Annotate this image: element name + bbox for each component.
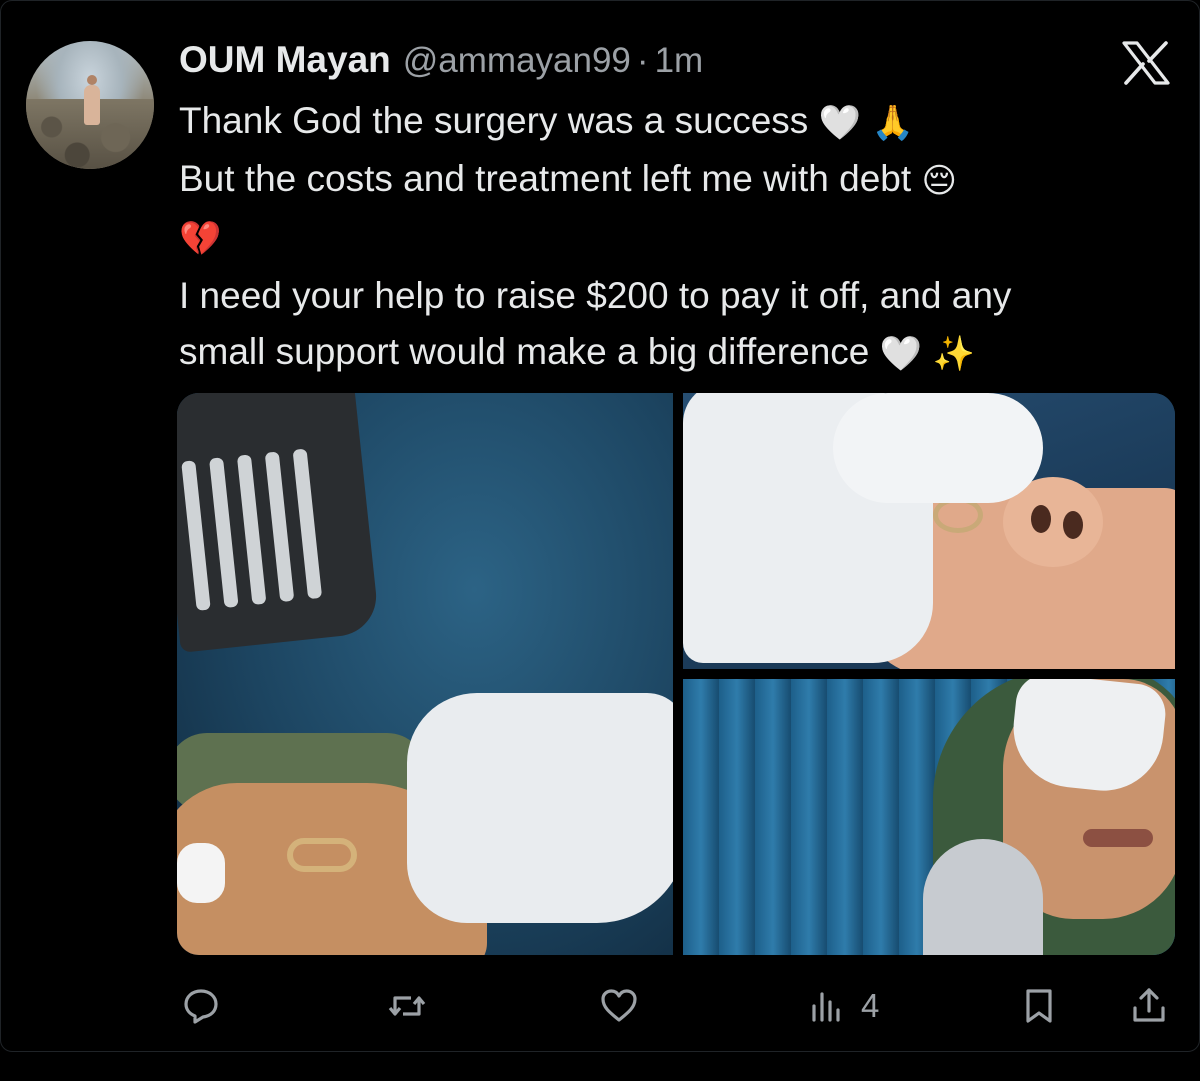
author-name[interactable]: OUM Mayan bbox=[179, 39, 391, 81]
lamp-rib bbox=[209, 457, 239, 608]
bookmark-icon bbox=[1026, 989, 1052, 1023]
tweet-line: I need your help to raise $200 to pay it… bbox=[179, 268, 1179, 324]
media-image-2[interactable] bbox=[683, 393, 1175, 669]
like-button[interactable] bbox=[599, 976, 639, 1036]
views-button[interactable]: 4 bbox=[807, 976, 879, 1036]
share-icon bbox=[1133, 988, 1165, 1022]
timestamp[interactable]: 1m bbox=[655, 41, 704, 81]
pensive-face-emoji: 😔 bbox=[921, 161, 957, 202]
analytics-icon bbox=[812, 992, 840, 1022]
lamp-rib bbox=[292, 448, 323, 600]
white-heart-praying-hands-emoji: 🤍 🙏 bbox=[818, 103, 915, 144]
broken-heart-emoji: 💔 bbox=[179, 219, 222, 260]
repost-button[interactable] bbox=[387, 976, 427, 1036]
surgical-lamp bbox=[177, 393, 381, 653]
tweet-text: Thank God the surgery was a success 🤍 🙏 … bbox=[179, 93, 1179, 382]
tweet-line-text: Thank God the surgery was a success bbox=[179, 100, 809, 141]
repost-icon bbox=[388, 996, 426, 1016]
views-count: 4 bbox=[861, 987, 880, 1024]
media-image-3[interactable] bbox=[683, 679, 1175, 955]
lamp-rib bbox=[181, 460, 211, 611]
gloved-fingers bbox=[833, 393, 1043, 503]
gloved-hand bbox=[407, 693, 673, 923]
media-image-1[interactable] bbox=[177, 393, 673, 955]
nostril bbox=[1031, 505, 1051, 533]
tweet-line: 💔 bbox=[179, 209, 1179, 267]
tweet-card: OUM Mayan @ammayan99 · 1m Thank God the … bbox=[0, 0, 1200, 1052]
lamp-rib bbox=[236, 454, 267, 606]
reply-icon bbox=[184, 989, 218, 1024]
patient-lips bbox=[1083, 829, 1153, 847]
media-grid bbox=[177, 393, 1175, 955]
x-logo-icon bbox=[1122, 41, 1170, 85]
bookmark-button[interactable] bbox=[1019, 976, 1059, 1036]
tweet-line-text: I need your help to raise $200 to pay it… bbox=[179, 274, 1012, 316]
nostril bbox=[1063, 511, 1083, 539]
tweet-line-text: small support would make a big differenc… bbox=[179, 330, 870, 372]
author-handle[interactable]: @ammayan99 bbox=[403, 41, 631, 81]
white-heart-sparkles-emoji: 🤍 ✨ bbox=[879, 333, 976, 374]
tweet-line: But the costs and treatment left me with… bbox=[179, 151, 1179, 209]
gauze-pad bbox=[177, 843, 225, 903]
share-button[interactable] bbox=[1129, 976, 1169, 1036]
action-bar: 4 bbox=[177, 976, 1177, 1036]
eye-speculum bbox=[287, 838, 357, 872]
tweet-line: small support would make a big differenc… bbox=[179, 324, 1179, 382]
tweet-line: Thank God the surgery was a success 🤍 🙏 bbox=[179, 93, 1179, 151]
heart-icon bbox=[601, 989, 637, 1022]
avatar-figure bbox=[84, 75, 100, 125]
reply-button[interactable] bbox=[181, 976, 221, 1036]
lamp-rib bbox=[264, 451, 295, 603]
avatar[interactable] bbox=[26, 41, 154, 169]
tweet-header: OUM Mayan @ammayan99 · 1m bbox=[179, 39, 703, 83]
tweet-line-text: But the costs and treatment left me with… bbox=[179, 158, 912, 200]
patient-shirt bbox=[923, 839, 1043, 955]
separator-dot: · bbox=[636, 41, 649, 80]
